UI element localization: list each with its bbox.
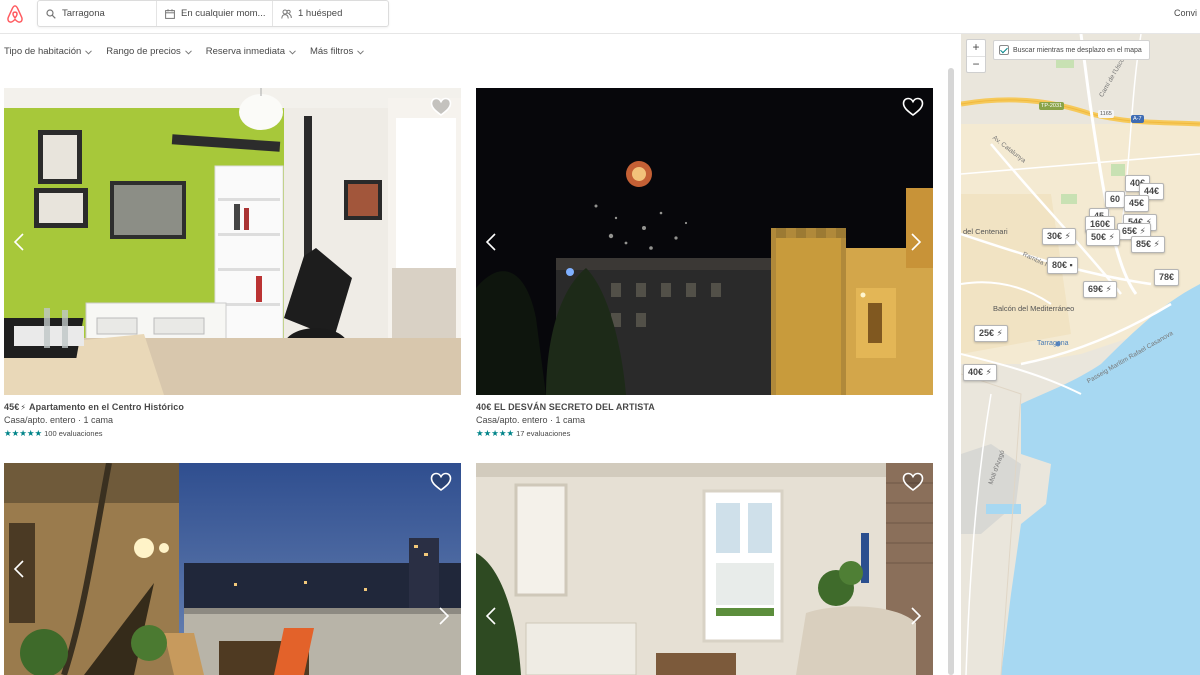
- listing-card[interactable]: 45€⚡ Apartamento en el Centro Histórico C…: [4, 88, 461, 439]
- listing-photo[interactable]: [4, 88, 461, 395]
- filter-instant-book[interactable]: Reserva inmediata: [206, 46, 296, 57]
- listing-title[interactable]: 40€ EL DESVÁN SECRETO DEL ARTISTA: [476, 402, 933, 412]
- dates-field[interactable]: En cualquier mom...: [156, 1, 272, 26]
- next-photo-arrow-icon[interactable]: [909, 606, 923, 626]
- dates-value: En cualquier mom...: [181, 8, 266, 19]
- star-rating: ★★★★★: [4, 428, 43, 438]
- map-zoom-controls: + −: [966, 39, 986, 73]
- scrollbar-thumb[interactable]: [948, 68, 954, 675]
- chevron-down-icon: [184, 49, 192, 55]
- filter-label: Reserva inmediata: [205, 46, 285, 57]
- listing-price: 45€: [4, 402, 20, 412]
- listing-type: Casa/apto. entero · 1 cama: [4, 415, 114, 425]
- listing-price: 40€: [476, 402, 492, 412]
- filter-bar: Tipo de habitación Rango de precios Rese…: [4, 46, 365, 57]
- next-photo-arrow-icon[interactable]: [909, 232, 923, 252]
- location-value: Tarragona: [62, 8, 105, 19]
- top-header: Tarragona En cualquier mom... 1 huésped …: [0, 0, 1200, 34]
- price-pin[interactable]: 69€ ⚡: [1083, 281, 1117, 298]
- heart-icon[interactable]: [430, 472, 452, 492]
- listing-photo[interactable]: [476, 463, 933, 675]
- road-shield-tp2031: TP-2031: [1039, 102, 1065, 110]
- listing-type: Casa/apto. entero · 1 cama: [476, 415, 586, 425]
- road-shield-1165: 1165: [1098, 110, 1114, 118]
- instant-book-icon: ⚡: [20, 403, 27, 412]
- listing-card[interactable]: [476, 463, 933, 675]
- location-field[interactable]: Tarragona: [38, 1, 156, 26]
- listing-name: Apartamento en el Centro Histórico: [29, 402, 184, 412]
- map-panel[interactable]: TP-2031 A-7 1165 Camí de l'Uscola Av. Ca…: [961, 34, 1200, 675]
- map-label-centenari: del Centenari: [963, 227, 1008, 236]
- zoom-in-button[interactable]: +: [967, 40, 985, 56]
- search-icon: [46, 8, 56, 19]
- filter-label: Tipo de habitación: [4, 46, 82, 57]
- price-pin[interactable]: 60: [1105, 191, 1126, 208]
- search-bar[interactable]: Tarragona En cualquier mom... 1 huésped: [37, 0, 389, 27]
- price-pin[interactable]: 50€ ⚡: [1086, 229, 1120, 246]
- filter-price-range[interactable]: Rango de precios: [106, 46, 192, 57]
- airbnb-logo-icon[interactable]: [4, 3, 26, 25]
- price-pin[interactable]: 45€: [1124, 195, 1150, 212]
- listing-name: EL DESVÁN SECRETO DEL ARTISTA: [493, 402, 655, 412]
- review-count: 100 evaluaciones: [44, 429, 103, 438]
- guests-field[interactable]: 1 huésped: [272, 1, 388, 26]
- next-photo-arrow-icon[interactable]: [437, 232, 451, 252]
- map-label-tarragona: Tarragona: [1037, 340, 1069, 347]
- listing-photo[interactable]: [4, 463, 461, 675]
- price-pin[interactable]: 30€ ⚡: [1042, 228, 1076, 245]
- price-pin[interactable]: 80€ ▪: [1047, 257, 1078, 274]
- map-label-balcon: Balcón del Mediterráneo: [993, 304, 1075, 313]
- results-scrollbar[interactable]: [948, 68, 954, 675]
- filter-more[interactable]: Más filtros: [309, 46, 365, 57]
- search-as-move-label: Buscar mientras me desplazo en el mapa: [1013, 46, 1142, 54]
- chevron-down-icon: [85, 49, 93, 55]
- map-background: [961, 34, 1200, 675]
- previous-photo-arrow-icon[interactable]: [12, 232, 26, 252]
- filter-label: Más filtros: [309, 46, 354, 57]
- next-photo-arrow-icon[interactable]: [437, 606, 451, 626]
- chevron-down-icon: [357, 49, 365, 55]
- filter-label: Rango de precios: [106, 46, 181, 57]
- previous-photo-arrow-icon[interactable]: [484, 232, 498, 252]
- bright-living-room-photo: [476, 463, 933, 675]
- zoom-out-button[interactable]: −: [967, 56, 985, 72]
- heart-icon[interactable]: [902, 97, 924, 117]
- road-shield-a7: A-7: [1131, 115, 1144, 123]
- listing-card[interactable]: [4, 463, 461, 675]
- heart-icon[interactable]: [430, 97, 452, 117]
- listing-photo[interactable]: [476, 88, 933, 395]
- guests-icon: [281, 9, 292, 19]
- previous-photo-arrow-icon[interactable]: [12, 559, 26, 579]
- search-as-move-toggle[interactable]: Buscar mientras me desplazo en el mapa: [993, 40, 1150, 60]
- chevron-down-icon: [289, 49, 296, 55]
- listing-rating: ★★★★★ 17 evaluaciones: [476, 428, 933, 439]
- filter-room-type[interactable]: Tipo de habitación: [4, 46, 93, 57]
- night-cathedral-photo: [476, 88, 933, 395]
- listing-card[interactable]: 40€ EL DESVÁN SECRETO DEL ARTISTA Casa/a…: [476, 88, 933, 439]
- checkbox-checked-icon[interactable]: [999, 45, 1009, 55]
- star-rating: ★★★★★: [476, 428, 515, 438]
- heart-icon[interactable]: [902, 472, 924, 492]
- header-right-link[interactable]: Convi: [1174, 8, 1200, 18]
- price-pin[interactable]: 78€: [1154, 269, 1180, 286]
- calendar-icon: [165, 8, 175, 19]
- previous-photo-arrow-icon[interactable]: [484, 606, 498, 626]
- guests-value: 1 huésped: [298, 8, 343, 19]
- terrace-dusk-photo: [4, 463, 461, 675]
- price-pin[interactable]: 40€ ⚡: [963, 364, 997, 381]
- listing-title[interactable]: 45€⚡ Apartamento en el Centro Histórico: [4, 402, 461, 412]
- living-room-photo: [4, 88, 461, 395]
- listing-rating: ★★★★★ 100 evaluaciones: [4, 428, 461, 439]
- price-pin[interactable]: 85€ ⚡: [1131, 236, 1165, 253]
- review-count: 17 evaluaciones: [516, 429, 571, 438]
- price-pin[interactable]: 25€ ⚡: [974, 325, 1008, 342]
